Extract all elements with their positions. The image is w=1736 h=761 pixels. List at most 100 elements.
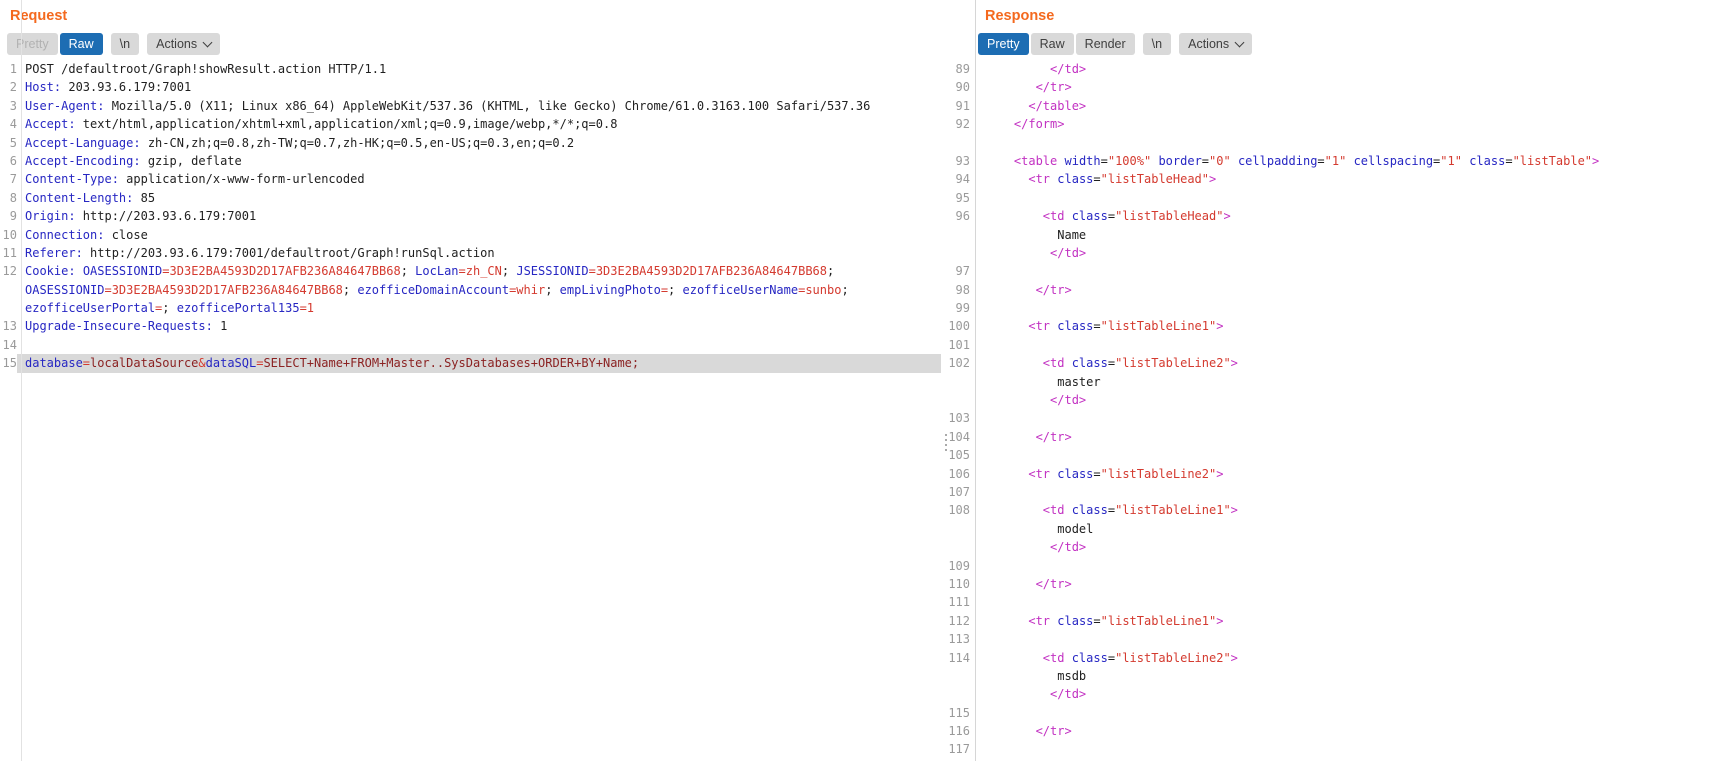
code-text[interactable] <box>970 483 1736 501</box>
tab-n[interactable]: \n <box>1143 33 1171 55</box>
code-text[interactable]: <tr class="listTableLine1"> <box>970 612 1736 630</box>
code-text[interactable] <box>17 336 941 354</box>
tab-n[interactable]: \n <box>111 33 139 55</box>
code-text[interactable]: <td class="listTableLine1"> <box>970 501 1736 519</box>
code-text[interactable]: <table width="100%" border="0" cellpaddi… <box>970 152 1736 170</box>
tab-actions[interactable]: Actions <box>1179 33 1252 55</box>
code-text[interactable]: POST /defaultroot/Graph!showResult.actio… <box>17 60 941 78</box>
code-text[interactable] <box>970 189 1736 207</box>
line-number: 95 <box>941 189 970 207</box>
line-number: 113 <box>941 630 970 648</box>
code-line: master <box>941 373 1736 391</box>
code-text[interactable] <box>970 740 1736 758</box>
code-text[interactable]: </tr> <box>970 281 1736 299</box>
code-text[interactable]: </tr> <box>970 78 1736 96</box>
code-token: <tr <box>1028 172 1050 186</box>
code-token: =sunbo <box>798 283 841 297</box>
code-text[interactable]: Name <box>970 226 1736 244</box>
code-text[interactable]: Origin: http://203.93.6.179:7001 <box>17 207 941 225</box>
tab-label: Pretty <box>987 37 1020 51</box>
code-text[interactable]: </td> <box>970 391 1736 409</box>
code-text[interactable]: </td> <box>970 244 1736 262</box>
code-text[interactable]: Cookie: OASESSIONID=3D3E2BA4593D2D17AFB2… <box>17 262 941 280</box>
code-token: </table> <box>1028 99 1086 113</box>
code-text[interactable]: Referer: http://203.93.6.179:7001/defaul… <box>17 244 941 262</box>
grip-dot <box>945 434 947 436</box>
code-token: </tr> <box>1036 283 1072 297</box>
tab-actions[interactable]: Actions <box>147 33 220 55</box>
code-token: cellpadding <box>1231 154 1318 168</box>
code-text[interactable]: </td> <box>970 538 1736 556</box>
code-token: </tr> <box>1036 724 1072 738</box>
code-text[interactable]: <tr class="listTableHead"> <box>970 170 1736 188</box>
code-text[interactable]: <td class="listTableLine2"> <box>970 649 1736 667</box>
code-line: 104 </tr> <box>941 428 1736 446</box>
code-text[interactable] <box>970 557 1736 575</box>
code-text[interactable] <box>970 336 1736 354</box>
code-line: </td> <box>941 391 1736 409</box>
code-text[interactable]: master <box>970 373 1736 391</box>
code-text[interactable]: Connection: close <box>17 226 941 244</box>
code-text[interactable]: </tr> <box>970 428 1736 446</box>
code-text[interactable]: </td> <box>970 685 1736 703</box>
code-text[interactable] <box>970 134 1736 152</box>
code-text[interactable]: </form> <box>970 115 1736 133</box>
code-text[interactable]: <tr class="listTableLine2"> <box>970 465 1736 483</box>
code-token: =zh_CN <box>459 264 502 278</box>
response-editor[interactable]: 89 </td>90 </tr>91 </table>92 </form>93 … <box>941 56 1736 761</box>
code-token: class <box>1064 503 1107 517</box>
code-text[interactable]: <td class="listTableHead"> <box>970 207 1736 225</box>
code-line: 94 <tr class="listTableHead"> <box>941 170 1736 188</box>
code-text[interactable] <box>970 262 1736 280</box>
code-token: </td> <box>1050 687 1086 701</box>
request-panel: Request PrettyRaw\nActions 1POST /defaul… <box>0 0 941 761</box>
line-number: 89 <box>941 60 970 78</box>
line-number: 4 <box>0 115 17 133</box>
code-token: "listTableHead" <box>1101 172 1209 186</box>
tab-raw[interactable]: Raw <box>60 33 103 55</box>
code-text[interactable]: Content-Length: 85 <box>17 189 941 207</box>
code-text[interactable]: Accept-Language: zh-CN,zh;q=0.8,zh-TW;q=… <box>17 134 941 152</box>
code-text[interactable]: User-Agent: Mozilla/5.0 (X11; Linux x86_… <box>17 97 941 115</box>
code-text[interactable] <box>970 409 1736 427</box>
code-token: ; <box>841 283 848 297</box>
code-text[interactable] <box>970 593 1736 611</box>
code-token: ; <box>668 283 682 297</box>
code-text[interactable]: OASESSIONID=3D3E2BA4593D2D17AFB236A84647… <box>17 281 941 299</box>
code-text[interactable]: <td class="listTableLine2"> <box>970 354 1736 372</box>
code-text[interactable]: <tr class="listTableLine1"> <box>970 317 1736 335</box>
code-text[interactable]: </tr> <box>970 575 1736 593</box>
tab-pretty[interactable]: Pretty <box>7 33 58 55</box>
grip-dot <box>945 449 947 451</box>
code-text[interactable]: ezofficeUserPortal=; ezofficePortal135=1 <box>17 299 941 317</box>
line-number: 14 <box>0 336 17 354</box>
code-text[interactable] <box>970 630 1736 648</box>
code-text[interactable]: msdb <box>970 667 1736 685</box>
tab-raw[interactable]: Raw <box>1031 33 1074 55</box>
code-text[interactable] <box>970 704 1736 722</box>
code-text[interactable]: Accept-Encoding: gzip, deflate <box>17 152 941 170</box>
code-text[interactable]: Host: 203.93.6.179:7001 <box>17 78 941 96</box>
code-line: 103 <box>941 409 1736 427</box>
code-text[interactable] <box>970 299 1736 317</box>
code-text[interactable]: database=localDataSource&dataSQL=SELECT+… <box>17 354 941 372</box>
code-token: Accept-Language: <box>25 136 141 150</box>
code-text[interactable]: Upgrade-Insecure-Requests: 1 <box>17 317 941 335</box>
code-token: close <box>104 228 147 242</box>
tab-label: Render <box>1085 37 1126 51</box>
code-line: 90 </tr> <box>941 78 1736 96</box>
tab-pretty[interactable]: Pretty <box>978 33 1029 55</box>
code-token <box>985 503 1043 517</box>
code-token: = <box>1108 651 1115 665</box>
panel-resize-handle[interactable] <box>945 434 953 458</box>
code-text[interactable]: Accept: text/html,application/xhtml+xml,… <box>17 115 941 133</box>
code-text[interactable]: model <box>970 520 1736 538</box>
tab-render[interactable]: Render <box>1076 33 1135 55</box>
code-text[interactable]: Content-Type: application/x-www-form-url… <box>17 170 941 188</box>
request-editor[interactable]: 1POST /defaultroot/Graph!showResult.acti… <box>0 56 941 761</box>
code-text[interactable] <box>970 446 1736 464</box>
code-text[interactable]: </table> <box>970 97 1736 115</box>
code-text[interactable]: </tr> <box>970 722 1736 740</box>
code-text[interactable]: </td> <box>970 60 1736 78</box>
line-number <box>941 391 970 409</box>
